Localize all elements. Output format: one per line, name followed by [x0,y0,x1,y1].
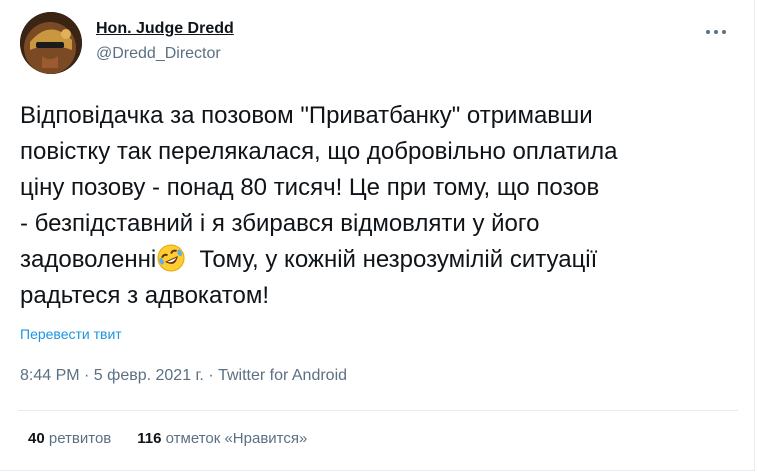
more-options-icon[interactable] [706,27,730,37]
tweet-meta[interactable]: 8:44 PM · 5 февр. 2021 г. · Twitter for … [20,367,347,385]
tweet-line: - безпідставний і я збирався відмовляти … [20,210,540,237]
retweets-stat[interactable]: 40 ретвитов [28,430,111,447]
retweets-count: 40 [28,430,45,447]
tweet-stats: 40 ретвитов 116 отметок «Нравится» [28,430,307,447]
tweet-line-part: задоволенні [20,246,157,273]
tweet-line: Відповідачка за позовом "Приватбанку" от… [20,102,593,129]
tweet-line-part: Тому, у кожній незрозумілій ситуації [186,246,598,273]
tweet-line: радьтеся з адвокатом! [20,282,269,309]
divider [18,410,738,411]
tweet-card: Hon. Judge Dredd @Dredd_Director Відпові… [0,0,755,471]
tweet-text: Відповідачка за позовом "Приватбанку" от… [20,98,740,314]
retweets-label: ретвитов [48,430,112,447]
likes-label: отметок «Нравится» [165,430,308,447]
tweet-line-with-emoji: задоволенні Тому, у кожній незрозумілій … [20,242,740,278]
rolling-on-floor-laughing-icon [156,243,186,273]
avatar-image [20,12,82,74]
tweet-line: ціну позову - понад 80 тисяч! Це при том… [20,174,600,201]
tweet-line: повістку так перелякалася, що добровільн… [20,138,618,165]
author-name[interactable]: Hon. Judge Dredd [96,20,234,38]
likes-stat[interactable]: 116 отметок «Нравится» [137,430,307,447]
author-handle[interactable]: @Dredd_Director [96,45,221,63]
likes-count: 116 [137,430,162,447]
avatar[interactable] [20,12,82,74]
translate-tweet-link[interactable]: Перевести твит [20,326,122,342]
